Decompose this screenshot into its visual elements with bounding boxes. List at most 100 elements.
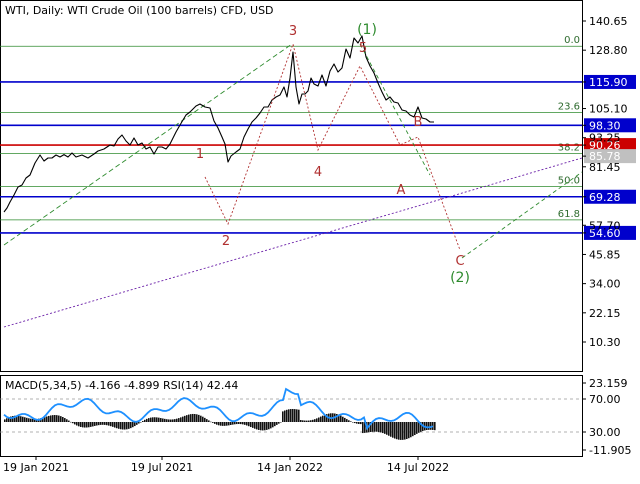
wave-label-4: 5 — [359, 41, 367, 56]
macd-bar-1 — [6, 418, 8, 422]
macd-bar-23 — [50, 415, 52, 422]
y-tick-label-8: 81.45 — [589, 161, 621, 174]
macd-bar-189 — [382, 422, 384, 434]
macd-bar-97 — [198, 414, 200, 422]
macd-bar-138 — [280, 422, 282, 423]
macd-bar-34 — [72, 422, 74, 424]
y-tick-label-13: 34.00 — [589, 278, 621, 291]
macd-bar-178 — [360, 422, 362, 425]
macd-bar-28 — [60, 416, 62, 422]
macd-bar-108 — [220, 422, 222, 426]
wave-label-0: 1 — [196, 147, 204, 162]
level-tag-0: 115.90 — [589, 76, 628, 89]
macd-bar-106 — [216, 422, 218, 425]
macd-bar-69 — [142, 420, 144, 422]
macd-bar-21 — [46, 416, 48, 422]
macd-bar-185 — [374, 422, 376, 432]
macd-bar-88 — [180, 417, 182, 422]
macd-bar-113 — [230, 422, 232, 425]
macd-bar-46 — [96, 422, 98, 426]
macd-bar-59 — [122, 422, 124, 430]
macd-bar-170 — [344, 417, 346, 422]
macd-bar-22 — [48, 415, 50, 422]
macd-bar-200 — [404, 422, 406, 440]
ind-tick-label-3: -11.905 — [589, 444, 631, 457]
macd-bar-49 — [102, 422, 104, 425]
macd-bar-71 — [146, 418, 148, 422]
macd-bar-86 — [176, 418, 178, 422]
macd-bar-148 — [300, 420, 302, 422]
x-tick-label-1: 19 Jul 2021 — [131, 461, 193, 474]
macd-bar-64 — [132, 422, 134, 428]
macd-bar-193 — [390, 422, 392, 437]
macd-bar-35 — [74, 422, 76, 425]
macd-bar-205 — [414, 422, 416, 436]
macd-bar-33 — [70, 421, 72, 423]
macd-bar-204 — [412, 422, 414, 437]
macd-bar-150 — [304, 420, 306, 422]
macd-bar-109 — [222, 422, 224, 426]
macd-bar-0 — [4, 419, 6, 422]
macd-bar-157 — [318, 417, 320, 422]
macd-bar-127 — [258, 422, 260, 430]
macd-bar-25 — [54, 415, 56, 422]
macd-bar-215 — [434, 422, 436, 431]
macd-bar-43 — [90, 422, 92, 427]
macd-bar-203 — [410, 422, 412, 438]
macd-bar-90 — [184, 415, 186, 422]
macd-bar-85 — [174, 419, 176, 422]
macd-bar-121 — [246, 422, 248, 426]
macd-bar-130 — [264, 422, 266, 431]
macd-bar-155 — [314, 419, 316, 422]
macd-bar-74 — [152, 417, 154, 422]
y-tick-label-3: 105.10 — [589, 103, 628, 116]
macd-bar-83 — [170, 419, 172, 422]
macd-bar-202 — [408, 422, 410, 439]
macd-bar-154 — [312, 419, 314, 422]
macd-bar-173 — [350, 421, 352, 422]
macd-bar-134 — [272, 422, 274, 428]
y-tick-label-12: 45.85 — [589, 248, 621, 261]
macd-bar-75 — [154, 417, 156, 422]
macd-bar-212 — [428, 422, 430, 430]
macd-bar-191 — [386, 422, 388, 435]
macd-bar-7 — [18, 415, 20, 422]
macd-bar-151 — [306, 420, 308, 422]
x-tick-label-2: 14 Jan 2022 — [257, 461, 323, 474]
macd-bar-50 — [104, 422, 106, 425]
macd-bar-129 — [262, 422, 264, 431]
macd-bar-201 — [406, 422, 408, 439]
y-tick-label-15: 10.30 — [589, 336, 621, 349]
macd-bar-158 — [320, 416, 322, 422]
macd-bar-124 — [252, 422, 254, 428]
macd-bar-116 — [236, 422, 238, 425]
macd-bar-31 — [66, 419, 68, 422]
macd-bar-13 — [30, 418, 32, 422]
macd-bar-38 — [80, 422, 82, 427]
y-tick-label-14: 22.15 — [589, 307, 621, 320]
macd-bar-37 — [78, 422, 80, 427]
macd-bar-120 — [244, 422, 246, 425]
macd-bar-111 — [226, 422, 228, 426]
macd-bar-192 — [388, 422, 390, 436]
macd-bar-198 — [400, 422, 402, 440]
fib-label-4: 61.8 — [558, 209, 580, 220]
macd-bar-58 — [120, 422, 122, 430]
macd-bar-68 — [140, 422, 142, 423]
macd-bar-105 — [214, 422, 216, 424]
macd-bar-91 — [186, 415, 188, 422]
x-tick-label-0: 19 Jan 2021 — [3, 461, 69, 474]
macd-bar-48 — [100, 422, 102, 425]
macd-bar-188 — [380, 422, 382, 433]
chart-svg: 0.0 23.6 38.2 50.0 61.8 1 2 3 4 5 (1) A B C(2) 115.9… — [0, 0, 640, 480]
macd-bar-80 — [164, 418, 166, 422]
macd-bar-98 — [200, 415, 202, 422]
macd-bar-117 — [238, 422, 240, 425]
macd-bar-149 — [302, 420, 304, 422]
macd-bar-39 — [82, 422, 84, 428]
macd-bar-44 — [92, 422, 94, 427]
macd-bar-81 — [166, 419, 168, 422]
macd-bar-131 — [266, 422, 268, 430]
chart-root: 0.0 23.6 38.2 50.0 61.8 1 2 3 4 5 (1) A B C (2) 115.9… — [0, 0, 640, 480]
fib-label-2: 38.2 — [558, 143, 580, 154]
